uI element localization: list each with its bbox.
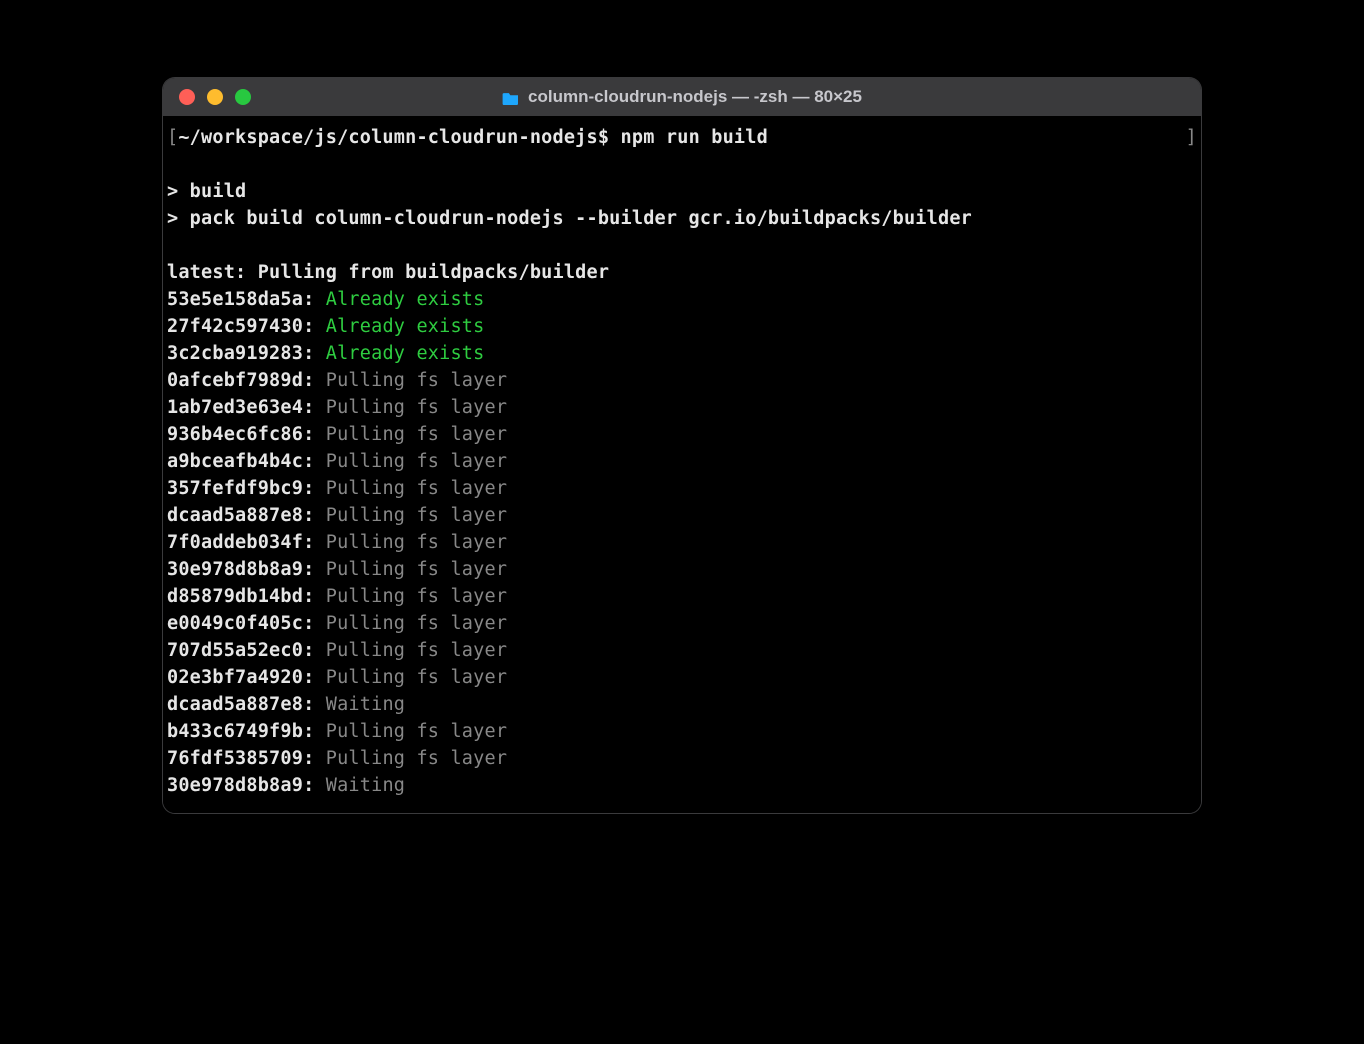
blank-line (167, 151, 1197, 178)
layer-hash: 707d55a52ec0 (167, 640, 303, 661)
layer-status: Pulling fs layer (326, 559, 507, 580)
layer-status: Pulling fs layer (326, 478, 507, 499)
docker-layer-line: a9bceafb4b4c: Pulling fs layer (167, 448, 1197, 475)
terminal-body[interactable]: [~/workspace/js/column-cloudrun-nodejs$ … (163, 116, 1201, 813)
layer-colon: : (303, 721, 326, 742)
layer-status: Pulling fs layer (326, 748, 507, 769)
layer-colon: : (303, 775, 326, 796)
npm-script-echo: > build (167, 178, 1197, 205)
layer-colon: : (303, 370, 326, 391)
docker-layer-line: 30e978d8b8a9: Pulling fs layer (167, 556, 1197, 583)
layer-colon: : (303, 397, 326, 418)
layer-colon: : (303, 478, 326, 499)
layer-status: Already exists (326, 343, 485, 364)
traffic-lights (163, 89, 251, 105)
layer-hash: d85879db14bd (167, 586, 303, 607)
prompt-close-bracket: ] (1186, 124, 1197, 151)
terminal-window: column-cloudrun-nodejs — -zsh — 80×25 [~… (163, 78, 1201, 813)
layer-status: Pulling fs layer (326, 451, 507, 472)
layer-colon: : (303, 505, 326, 526)
layer-status: Waiting (326, 775, 405, 796)
docker-layer-line: 1ab7ed3e63e4: Pulling fs layer (167, 394, 1197, 421)
layer-hash: 02e3bf7a4920 (167, 667, 303, 688)
blank-line (167, 232, 1197, 259)
layer-colon: : (303, 640, 326, 661)
docker-layer-line: 7f0addeb034f: Pulling fs layer (167, 529, 1197, 556)
layer-hash: b433c6749f9b (167, 721, 303, 742)
docker-pull-header: latest: Pulling from buildpacks/builder (167, 259, 1197, 286)
docker-layer-line: 76fdf5385709: Pulling fs layer (167, 745, 1197, 772)
layer-status: Pulling fs layer (326, 505, 507, 526)
layer-hash: 7f0addeb034f (167, 532, 303, 553)
layer-hash: 27f42c597430 (167, 316, 303, 337)
layer-status: Pulling fs layer (326, 667, 507, 688)
npm-script-echo: > pack build column-cloudrun-nodejs --bu… (167, 205, 1197, 232)
layer-colon: : (303, 667, 326, 688)
docker-layer-line: dcaad5a887e8: Waiting (167, 691, 1197, 718)
docker-layer-line: e0049c0f405c: Pulling fs layer (167, 610, 1197, 637)
layer-colon: : (303, 343, 326, 364)
docker-layer-line: 707d55a52ec0: Pulling fs layer (167, 637, 1197, 664)
layer-colon: : (303, 316, 326, 337)
docker-layer-line: 53e5e158da5a: Already exists (167, 286, 1197, 313)
docker-layer-line: 936b4ec6fc86: Pulling fs layer (167, 421, 1197, 448)
layer-colon: : (303, 559, 326, 580)
layer-status: Pulling fs layer (326, 370, 507, 391)
prompt-sigil: $ (598, 127, 609, 148)
layer-status: Pulling fs layer (326, 586, 507, 607)
docker-layer-line: 02e3bf7a4920: Pulling fs layer (167, 664, 1197, 691)
layer-hash: 936b4ec6fc86 (167, 424, 303, 445)
layer-colon: : (303, 586, 326, 607)
layer-colon: : (303, 424, 326, 445)
layer-status: Pulling fs layer (326, 640, 507, 661)
window-title-text: column-cloudrun-nodejs — -zsh — 80×25 (528, 87, 862, 107)
layer-hash: 3c2cba919283 (167, 343, 303, 364)
window-title: column-cloudrun-nodejs — -zsh — 80×25 (163, 87, 1201, 107)
layer-colon: : (303, 532, 326, 553)
layer-status: Already exists (326, 316, 485, 337)
docker-layer-line: 27f42c597430: Already exists (167, 313, 1197, 340)
layer-hash: 0afcebf7989d (167, 370, 303, 391)
docker-layer-line: d85879db14bd: Pulling fs layer (167, 583, 1197, 610)
layer-status: Pulling fs layer (326, 397, 507, 418)
layer-colon: : (303, 451, 326, 472)
window-titlebar[interactable]: column-cloudrun-nodejs — -zsh — 80×25 (163, 78, 1201, 116)
layer-hash: a9bceafb4b4c (167, 451, 303, 472)
docker-layer-line: 3c2cba919283: Already exists (167, 340, 1197, 367)
zoom-button[interactable] (235, 89, 251, 105)
layer-colon: : (303, 613, 326, 634)
docker-layer-line: dcaad5a887e8: Pulling fs layer (167, 502, 1197, 529)
layer-colon: : (303, 694, 326, 715)
layer-colon: : (303, 748, 326, 769)
layer-hash: dcaad5a887e8 (167, 694, 303, 715)
layer-colon: : (303, 289, 326, 310)
layer-hash: 76fdf5385709 (167, 748, 303, 769)
layer-status: Pulling fs layer (326, 532, 507, 553)
close-button[interactable] (179, 89, 195, 105)
layer-hash: 53e5e158da5a (167, 289, 303, 310)
minimize-button[interactable] (207, 89, 223, 105)
docker-layer-line: b433c6749f9b: Pulling fs layer (167, 718, 1197, 745)
layer-status: Already exists (326, 289, 485, 310)
layer-status: Pulling fs layer (326, 424, 507, 445)
prompt-path: ~/workspace/js/column-cloudrun-nodejs (178, 127, 598, 148)
layer-hash: 30e978d8b8a9 (167, 775, 303, 796)
layer-hash: e0049c0f405c (167, 613, 303, 634)
docker-layer-line: 357fefdf9bc9: Pulling fs layer (167, 475, 1197, 502)
layer-hash: dcaad5a887e8 (167, 505, 303, 526)
prompt-open-bracket: [ (167, 127, 178, 148)
docker-layer-line: 0afcebf7989d: Pulling fs layer (167, 367, 1197, 394)
layer-hash: 30e978d8b8a9 (167, 559, 303, 580)
layer-status: Pulling fs layer (326, 613, 507, 634)
prompt-line: [~/workspace/js/column-cloudrun-nodejs$ … (167, 124, 1197, 151)
layer-status: Waiting (326, 694, 405, 715)
folder-icon (502, 90, 520, 104)
layer-hash: 357fefdf9bc9 (167, 478, 303, 499)
prompt-command: npm run build (621, 127, 768, 148)
docker-layer-line: 30e978d8b8a9: Waiting (167, 772, 1197, 799)
layer-status: Pulling fs layer (326, 721, 507, 742)
layer-hash: 1ab7ed3e63e4 (167, 397, 303, 418)
